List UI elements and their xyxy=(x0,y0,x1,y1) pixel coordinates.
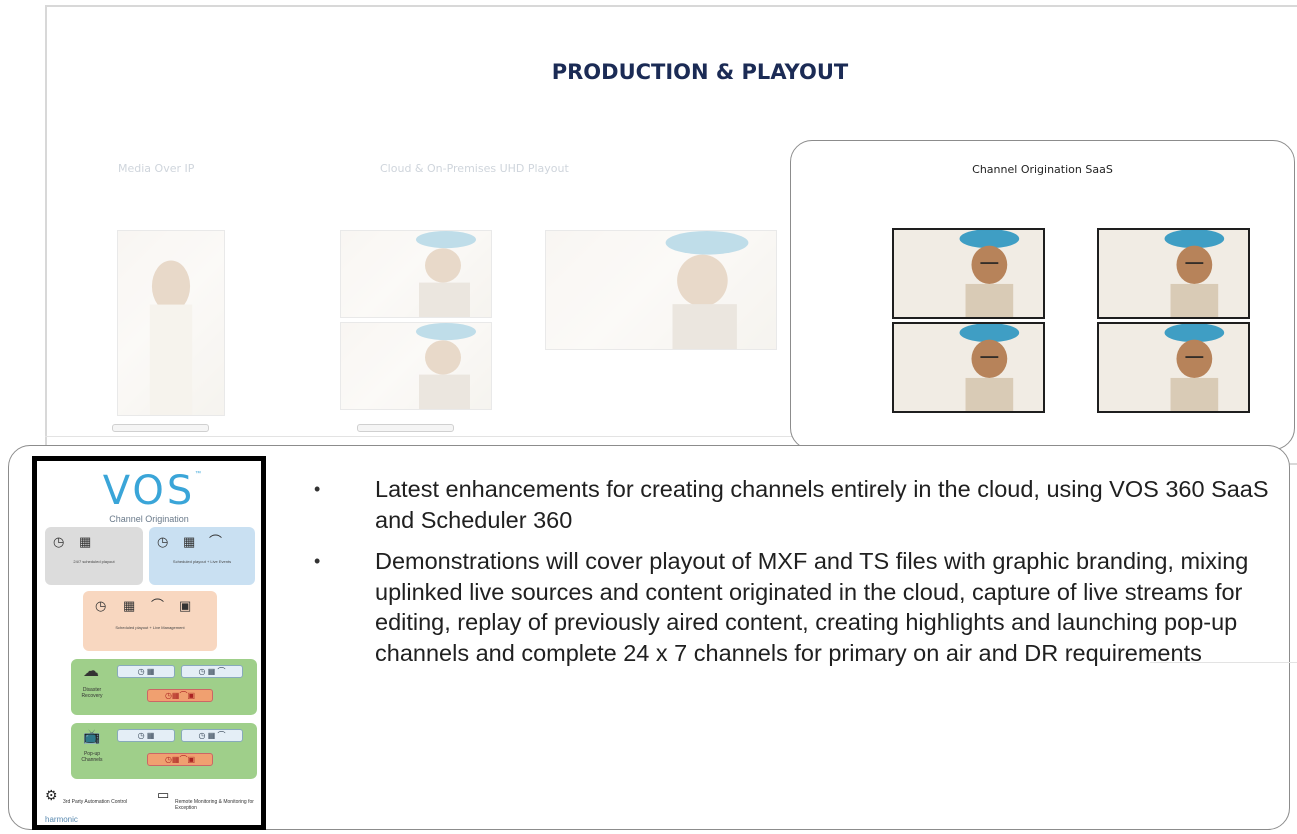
satellite-dish-icon: ⌒ xyxy=(151,598,165,613)
bullet-list: • Latest enhancements for creating chann… xyxy=(300,474,1285,668)
video-thumbnail xyxy=(545,230,777,350)
schedule-grid-icon: ▦ xyxy=(79,534,92,549)
divider xyxy=(45,436,795,437)
faded-control xyxy=(112,424,209,432)
scheduled-live-box: ◷ ▦ ⌒ Scheduled playout + Live Events xyxy=(149,527,255,585)
monitor-icon: ▭ xyxy=(157,787,170,802)
bullet-item: • Demonstrations will cover playout of M… xyxy=(300,546,1285,668)
box-caption: 24/7 scheduled playout xyxy=(73,559,115,564)
disaster-recovery-box: ☁ Disaster Recovery ◷ ▦ ◷ ▦ ⌒ ◷▦⌒▣ xyxy=(71,659,257,715)
channel-thumbnail[interactable] xyxy=(1097,228,1250,319)
bullet-item: • Latest enhancements for creating chann… xyxy=(300,474,1285,535)
video-thumbnail xyxy=(340,322,492,410)
satellite-dish-icon: ⌒ xyxy=(209,534,223,549)
clock-24-7-icon: ◷ xyxy=(53,534,65,549)
bullet-text: Demonstrations will cover playout of MXF… xyxy=(375,548,1249,666)
channel-thumbnail[interactable] xyxy=(1097,322,1250,413)
mini-box: ◷ ▦ ⌒ xyxy=(181,665,243,678)
box-caption: Scheduled playout + Live Events xyxy=(172,559,232,564)
saas-panel-title: Channel Origination SaaS xyxy=(972,163,1113,176)
schedule-grid-icon: ▦ xyxy=(183,534,196,549)
scheduled-playout-box: ◷ ▦ 24/7 scheduled playout xyxy=(45,527,143,585)
bullet-dot: • xyxy=(314,551,321,571)
box-side-label: Disaster Recovery xyxy=(81,687,103,699)
section-label-uhd-playout: Cloud & On-Premises UHD Playout xyxy=(380,162,569,175)
box-caption: Scheduled playout + Live Management xyxy=(115,625,185,630)
mini-box: ◷ ▦ xyxy=(117,665,175,678)
vos-channel-origination-card: VOS ™ Channel Origination ◷ ▦ 24/7 sched… xyxy=(32,456,266,830)
popup-channels-box: 📺 Pop-up Channels ◷ ▦ ◷ ▦ ⌒ ◷▦⌒▣ xyxy=(71,723,257,779)
tv-icon: 📺 xyxy=(83,728,101,744)
cloud-upload-icon: ☁ xyxy=(83,663,99,680)
channel-thumbnail[interactable] xyxy=(892,228,1045,319)
bullet-text: Latest enhancements for creating channel… xyxy=(375,476,1269,533)
footer-right-label: Remote Monitoring & Monitoring for Excep… xyxy=(175,799,254,811)
faded-control xyxy=(357,424,454,432)
channel-thumbnail[interactable] xyxy=(892,322,1045,413)
section-label-media-over-ip: Media Over IP xyxy=(118,162,195,175)
scheduled-live-management-box: ◷ ▦ ⌒ ▣ Scheduled playout + Live Managem… xyxy=(83,591,217,651)
trademark-mark: ™ xyxy=(195,471,201,477)
schedule-grid-icon: ▦ xyxy=(123,598,136,613)
vos-subtitle: Channel Origination xyxy=(109,514,189,524)
harmonic-logo: harmonic xyxy=(45,815,78,824)
vos-logo: VOS xyxy=(102,468,196,514)
box-side-label: Pop-up Channels xyxy=(81,751,103,763)
mini-box: ◷▦⌒▣ xyxy=(147,753,213,766)
gear-icon: ⚙ xyxy=(45,787,58,803)
video-thumbnail xyxy=(340,230,492,318)
page-title: PRODUCTION & PLAYOUT xyxy=(551,60,849,84)
footer-left-label: 3rd Party Automation Control xyxy=(63,799,128,805)
clock-24-7-icon: ◷ xyxy=(157,534,169,549)
mini-box: ◷ ▦ ⌒ xyxy=(181,729,243,742)
bullet-dot: • xyxy=(314,479,321,499)
clock-24-7-icon: ◷ xyxy=(95,598,107,613)
mini-box: ◷▦⌒▣ xyxy=(147,689,213,702)
mini-box: ◷ ▦ xyxy=(117,729,175,742)
video-thumbnail xyxy=(117,230,225,416)
lock-icon: ▣ xyxy=(179,598,192,613)
